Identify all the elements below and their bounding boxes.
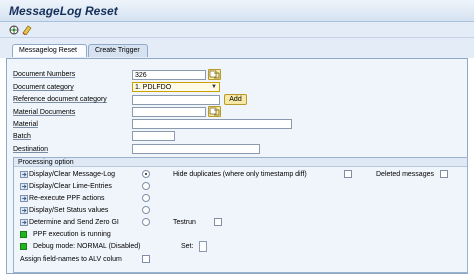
option-display-set-status-values: Display/Set Status values — [29, 207, 109, 214]
window-title: MessageLog Reset — [9, 4, 118, 18]
reference-document-category-field[interactable] — [132, 95, 220, 105]
deleted-messages-checkbox[interactable] — [440, 170, 448, 178]
reference-document-category-label: Reference document category — [13, 96, 107, 103]
tab-create-trigger[interactable]: Create Trigger — [88, 44, 148, 57]
destination-field[interactable] — [132, 144, 260, 154]
dropdown-arrow-icon: ▼ — [211, 84, 217, 90]
deleted-messages-label: Deleted messages — [376, 171, 434, 178]
document-numbers-value-help[interactable] — [208, 69, 221, 80]
title-bar: MessageLog Reset — [0, 0, 474, 22]
assign-alv-checkbox[interactable] — [142, 255, 150, 263]
testrun-label: Testrun — [173, 219, 196, 226]
option-display-clear-message-log: Display/Clear Message-Log — [29, 171, 115, 178]
radio-display-clear-message-log[interactable] — [142, 170, 150, 178]
testrun-checkbox[interactable] — [214, 218, 222, 226]
action-icon — [20, 207, 28, 214]
tab-messagelog-reset[interactable]: Messagelog Reset — [12, 44, 87, 57]
tab-strip: Messagelog Reset Create Trigger — [0, 38, 474, 58]
action-icon — [20, 171, 28, 178]
document-category-dropdown[interactable]: 1. PDLFDO ▼ — [132, 82, 220, 92]
assign-alv-label: Assign field-names to ALV colum — [20, 256, 122, 263]
action-icon — [20, 219, 28, 226]
action-icon — [20, 183, 28, 190]
material-label: Material — [13, 121, 38, 128]
radio-re-execute-ppf-actions[interactable] — [142, 194, 150, 202]
ppf-execution-status: PPF execution is running — [33, 231, 111, 238]
processing-option-title: Processing option — [14, 158, 467, 167]
document-numbers-label: Document Numbers — [13, 71, 76, 78]
option-re-execute-ppf-actions: Re-execute PPF actions — [29, 195, 105, 202]
material-documents-value-help[interactable] — [208, 106, 221, 117]
hide-duplicates-label: Hide duplicates (where only timestamp di… — [173, 171, 307, 178]
debug-mode-led-icon — [20, 243, 27, 250]
debug-set-field[interactable] — [199, 241, 207, 252]
material-documents-label: Material Documents — [13, 109, 76, 116]
batch-field[interactable] — [132, 131, 175, 141]
hide-duplicates-checkbox[interactable] — [344, 170, 352, 178]
value-help-icon — [209, 70, 220, 79]
eraser-icon[interactable] — [22, 25, 32, 35]
value-help-icon — [209, 107, 220, 116]
radio-display-clear-lime-entries[interactable] — [142, 182, 150, 190]
document-category-value: 1. PDLFDO — [135, 84, 172, 91]
set-label: Set: — [181, 243, 194, 250]
batch-label: Batch — [13, 133, 31, 140]
add-button[interactable]: Add — [224, 94, 247, 105]
document-category-label: Document category — [13, 84, 74, 91]
material-field[interactable] — [132, 119, 292, 129]
radio-determine-and-send-zero-gi[interactable] — [142, 218, 150, 226]
destination-label: Destination — [13, 146, 49, 153]
ppf-status-led-icon — [20, 231, 27, 238]
radio-display-set-status-values[interactable] — [142, 206, 150, 214]
application-toolbar — [0, 22, 474, 38]
document-numbers-field[interactable]: 326 — [132, 70, 206, 80]
option-display-clear-lime-entries: Display/Clear Lime-Entries — [29, 183, 112, 190]
action-icon — [20, 195, 28, 202]
material-documents-field[interactable] — [132, 107, 206, 117]
option-determine-and-send-zero-gi: Determine and Send Zero GI — [29, 219, 119, 226]
execute-icon[interactable] — [9, 25, 19, 35]
debug-mode-status: Debug mode: NORMAL (Disabled) — [33, 243, 141, 250]
